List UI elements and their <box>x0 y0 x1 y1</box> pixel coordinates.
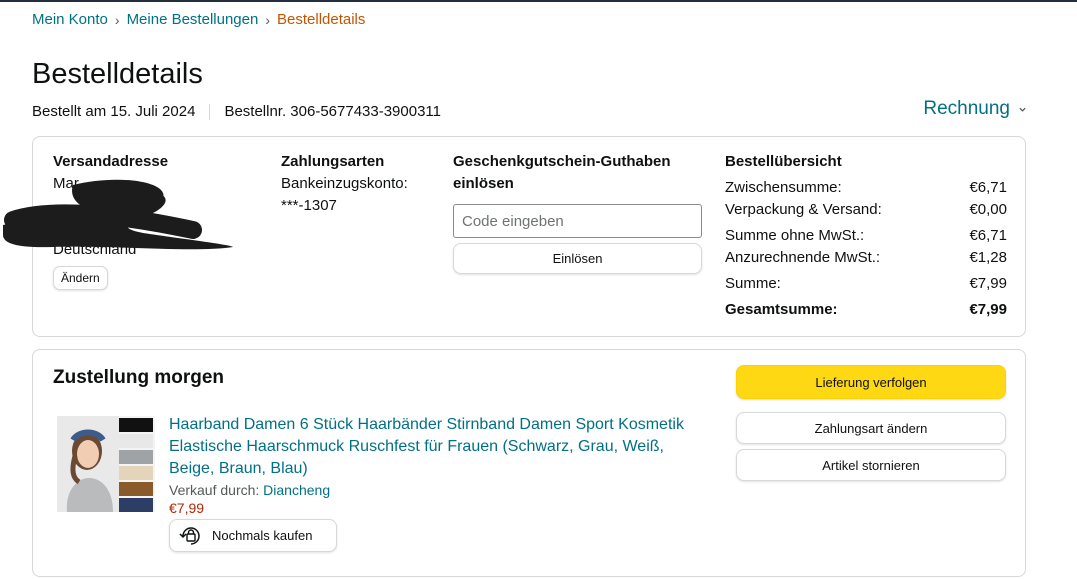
meta-divider <box>209 103 211 120</box>
page-title: Bestelldetails <box>32 58 203 90</box>
summary-heading: Bestellübersicht <box>725 153 842 170</box>
shipping-heading: Versandadresse <box>53 153 169 170</box>
summary-label: Zwischensumme: <box>725 179 842 196</box>
breadcrumb-my-account[interactable]: Mein Konto <box>32 11 108 28</box>
seller-line: Verkauf durch: Diancheng <box>169 482 709 498</box>
order-meta: Bestellt am 15. Juli 2024 Bestellnr. 306… <box>32 103 441 120</box>
invoice-dropdown[interactable]: Rechnung <box>923 98 1027 120</box>
payment-methods: Zahlungsarten Bankeinzugskonto: ***-1307 <box>281 151 441 217</box>
summary-value: €0,00 <box>969 201 1007 218</box>
seller-link[interactable]: Diancheng <box>263 482 330 498</box>
summary-row-total: Gesamtsumme: €7,99 <box>725 299 1007 321</box>
summary-value: €6,71 <box>969 227 1007 244</box>
seller-prefix: Verkauf durch: <box>169 482 260 498</box>
gift-code-input[interactable] <box>453 204 702 238</box>
summary-label: Gesamtsumme: <box>725 301 838 318</box>
payment-method: Bankeinzugskonto: <box>281 175 408 192</box>
summary-value: €6,71 <box>969 179 1007 196</box>
product-title-link[interactable]: Haarband Damen 6 Stück Haarbänder Stirnb… <box>169 414 709 480</box>
top-border <box>0 0 1077 2</box>
buy-again-label: Nochmals kaufen <box>212 528 313 543</box>
summary-value: €7,99 <box>969 301 1007 318</box>
breadcrumb-current: Bestelldetails <box>277 11 366 28</box>
breadcrumb-separator: › <box>114 11 120 28</box>
order-summary: Bestellübersicht Zwischensumme: €6,71 Ve… <box>725 151 1007 321</box>
summary-label: Summe: <box>725 275 781 292</box>
summary-label: Anzurechnende MwSt.: <box>725 249 881 266</box>
gift-card-redeem: Geschenkgutschein-Guthaben einlösen Einl… <box>453 151 703 274</box>
product-details: Haarband Damen 6 Stück Haarbänder Stirnb… <box>169 414 709 552</box>
summary-label: Verpackung & Versand: <box>725 201 882 218</box>
redeem-button[interactable]: Einlösen <box>453 243 702 274</box>
breadcrumb: Mein Konto › Meine Bestellungen › Bestel… <box>32 11 365 28</box>
invoice-label: Rechnung <box>923 98 1010 119</box>
payment-heading: Zahlungsarten <box>281 153 385 170</box>
payment-account: ***-1307 <box>281 197 337 214</box>
change-address-button[interactable]: Ändern <box>53 266 108 290</box>
cancel-item-button[interactable]: Artikel stornieren <box>736 449 1006 481</box>
summary-row-net: Summe ohne MwSt.: €6,71 <box>725 225 1007 247</box>
shipment-actions: Lieferung verfolgen Zahlungsart ändern A… <box>736 365 1006 481</box>
summary-row-subtotal: Zwischensumme: €6,71 <box>725 177 1007 199</box>
breadcrumb-separator: › <box>265 11 270 28</box>
summary-value: €1,28 <box>969 249 1007 266</box>
order-info-panel: Versandadresse Mar Heide Deutschland Änd… <box>3 136 1026 337</box>
order-number: Bestellnr. 306-5677433-3900311 <box>224 103 441 120</box>
summary-row-shipping: Verpackung & Versand: €0,00 <box>725 199 1007 221</box>
summary-row-sum: Summe: €7,99 <box>725 273 1007 295</box>
gift-heading: Geschenkgutschein-Guthaben einlösen <box>453 153 671 192</box>
buy-again-button[interactable]: Nochmals kaufen <box>169 519 337 552</box>
track-package-button[interactable]: Lieferung verfolgen <box>736 365 1006 399</box>
order-date: Bestellt am 15. Juli 2024 <box>32 103 196 120</box>
summary-value: €7,99 <box>969 275 1007 292</box>
chevron-down-icon <box>1019 107 1026 112</box>
delivery-status: Zustellung morgen <box>53 367 224 388</box>
buy-again-icon <box>179 526 200 545</box>
product-image[interactable] <box>57 416 155 512</box>
shipment-panel: Zustellung morgen Haarband Damen 6 Stück… <box>32 349 1026 577</box>
summary-label: Summe ohne MwSt.: <box>725 227 865 244</box>
summary-row-tax: Anzurechnende MwSt.: €1,28 <box>725 247 1007 269</box>
breadcrumb-my-orders[interactable]: Meine Bestellungen <box>127 11 259 28</box>
change-payment-button[interactable]: Zahlungsart ändern <box>736 412 1006 444</box>
redaction-scribble <box>3 179 233 250</box>
product-price: €7,99 <box>169 500 205 516</box>
